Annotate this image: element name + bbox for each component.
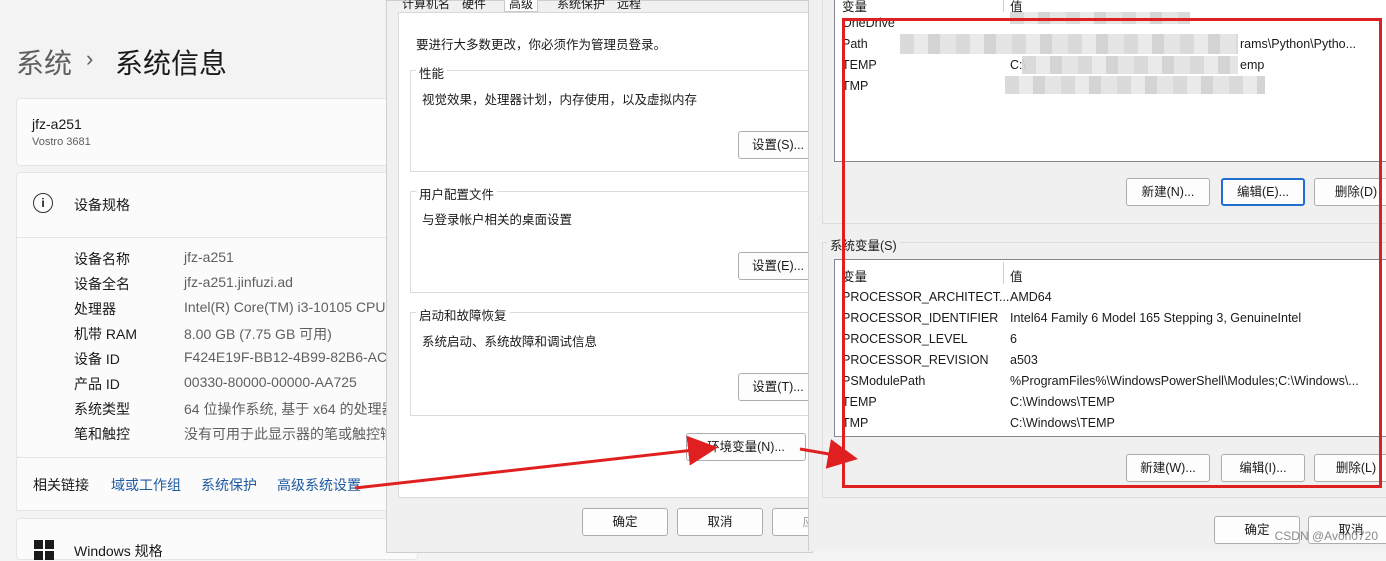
watermark: CSDN @Avon0720 <box>1274 529 1378 543</box>
annotation-arrows-icon <box>354 435 858 490</box>
